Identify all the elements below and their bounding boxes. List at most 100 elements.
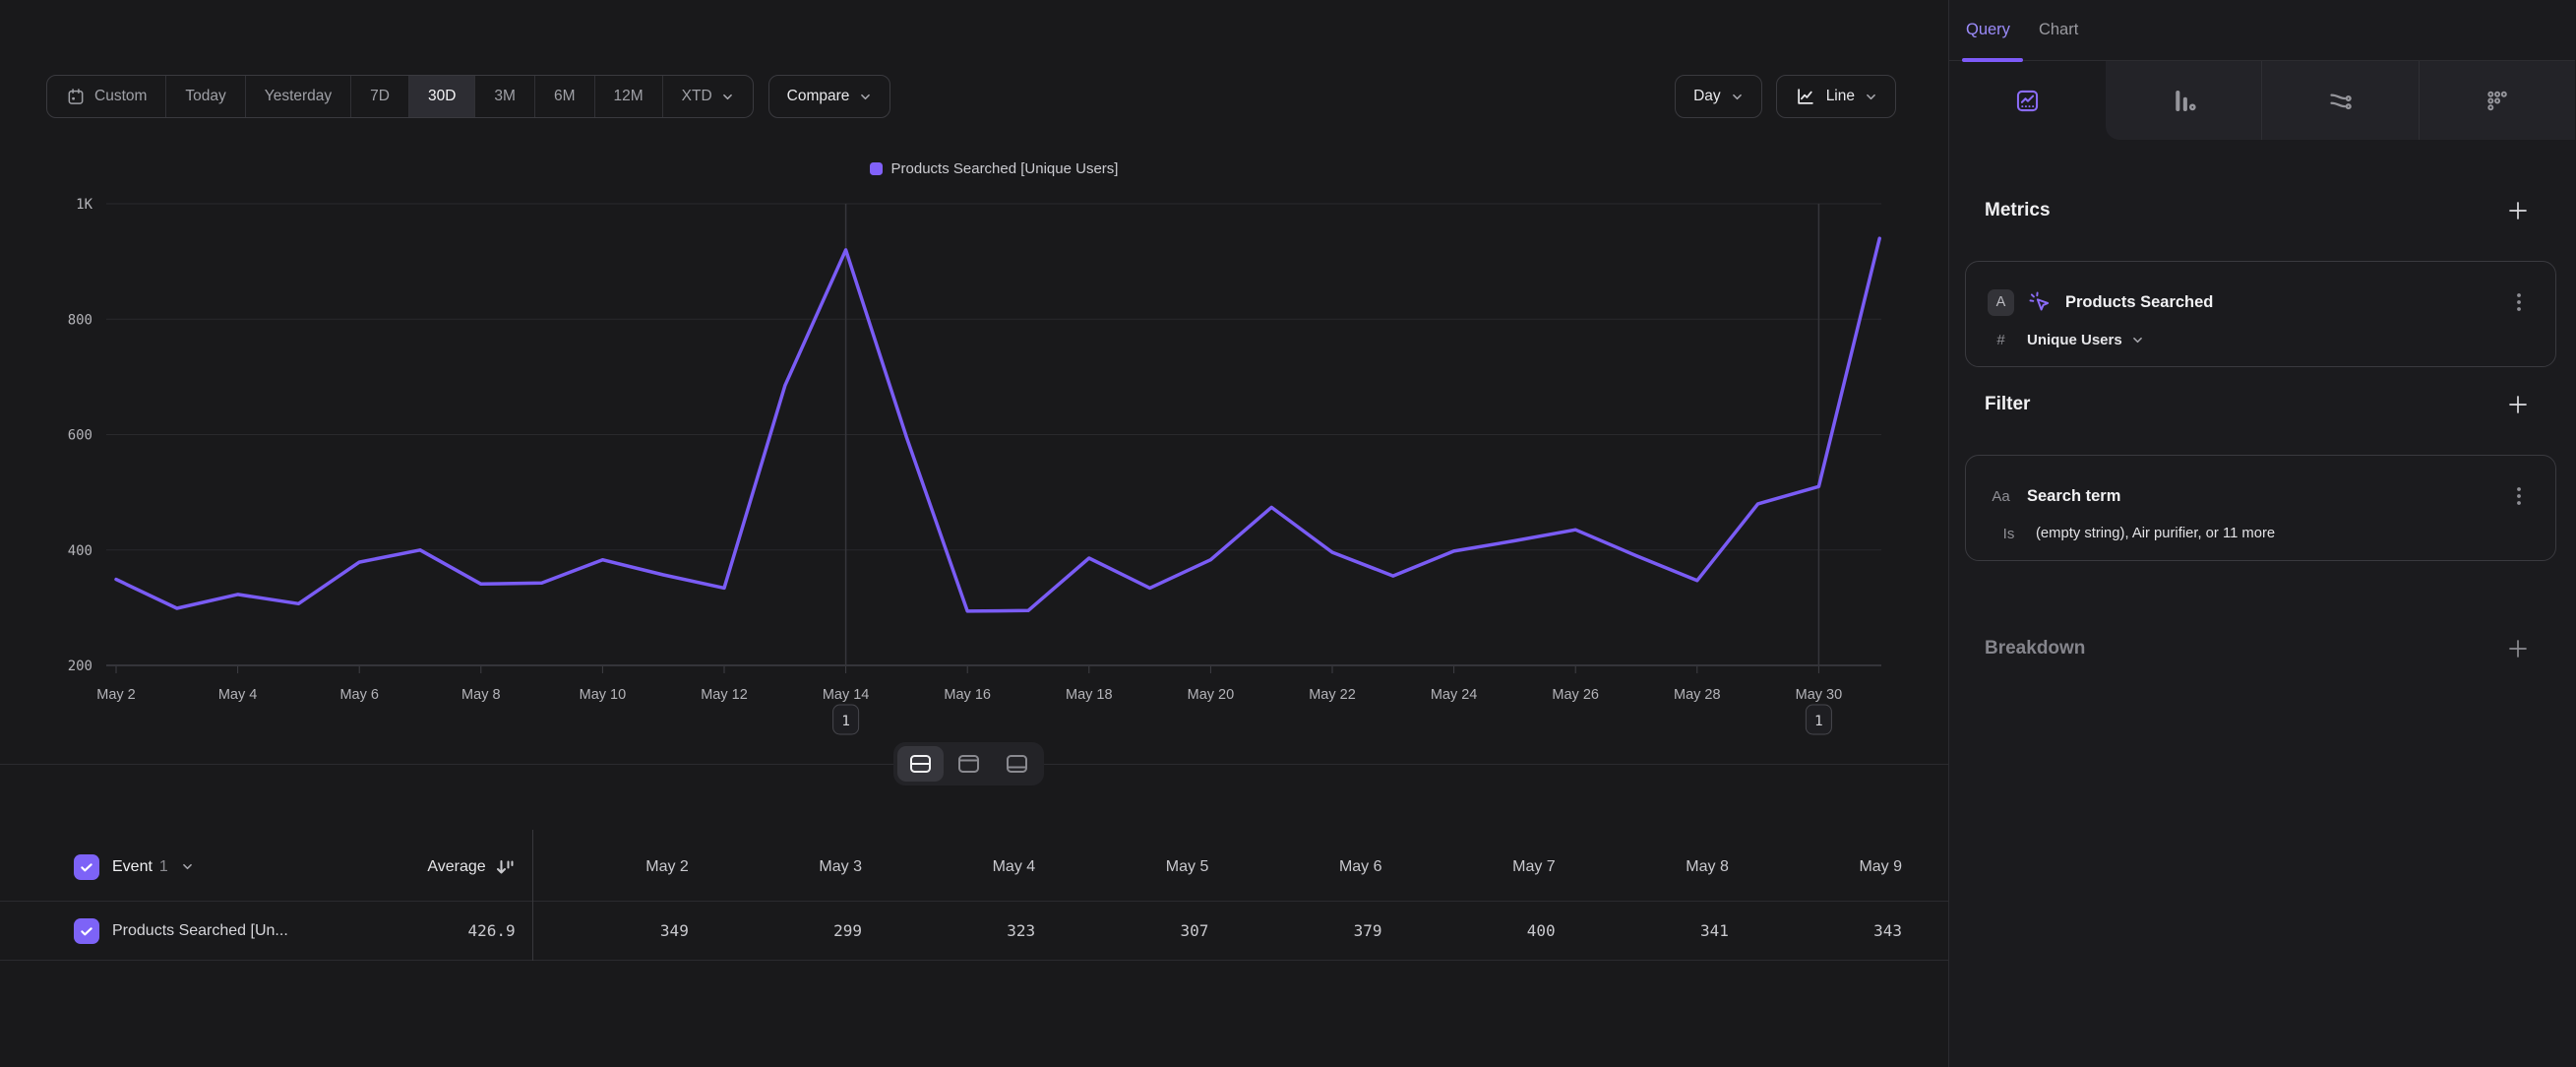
cell-value: 323 <box>862 921 1035 940</box>
svg-text:600: 600 <box>68 428 92 444</box>
metric-name[interactable]: Products Searched <box>2065 293 2213 312</box>
svg-text:1K: 1K <box>76 197 92 213</box>
breakdown-section-header: Breakdown <box>1949 635 2575 662</box>
tab-flows[interactable] <box>2261 61 2418 140</box>
date-column-header[interactable]: May 5 <box>1035 858 1208 876</box>
add-breakdown-button[interactable] <box>2506 637 2530 660</box>
svg-text:May 4: May 4 <box>218 687 258 703</box>
table-view-button[interactable] <box>994 746 1040 782</box>
series-name: Products Searched [Un... <box>112 922 288 940</box>
add-filter-button[interactable] <box>2506 393 2530 416</box>
date-column-header[interactable]: May 3 <box>689 858 862 876</box>
table-header-row: Event 1 Average May 2 May 3 May 4 May 5 … <box>0 833 1948 902</box>
cell-value: 307 <box>1035 921 1208 940</box>
metrics-section-header: Metrics <box>1949 197 2575 224</box>
aggregation-selector[interactable]: Unique Users <box>2027 332 2122 348</box>
table-row[interactable]: Products Searched [Un... 426.9 349 299 3… <box>0 902 1948 961</box>
breakdown-title: Breakdown <box>1985 638 2085 659</box>
svg-text:May 22: May 22 <box>1309 687 1356 703</box>
date-column-header[interactable]: May 6 <box>1208 858 1381 876</box>
svg-text:May 20: May 20 <box>1188 687 1235 703</box>
filter-property-name[interactable]: Search term <box>2027 487 2120 506</box>
event-pointer-icon <box>2027 289 2053 315</box>
metrics-title: Metrics <box>1985 200 2051 221</box>
kebab-icon <box>2508 290 2530 314</box>
svg-text:May 18: May 18 <box>1066 687 1113 703</box>
chevron-down-icon[interactable] <box>181 860 194 873</box>
svg-text:400: 400 <box>68 543 92 559</box>
insights-icon <box>2014 88 2041 114</box>
date-column-header[interactable]: May 8 <box>1556 858 1729 876</box>
metric-letter-badge: A <box>1988 289 2014 316</box>
average-column-header[interactable]: Average <box>427 858 485 876</box>
tab-query[interactable]: Query <box>1966 21 2010 39</box>
plus-icon <box>2507 638 2529 659</box>
filter-kebab-menu[interactable] <box>2508 484 2530 508</box>
inactive-tab-block <box>2106 61 2575 140</box>
metric-kebab-menu[interactable] <box>2508 290 2530 314</box>
row-checkbox[interactable] <box>74 918 99 944</box>
svg-text:May 8: May 8 <box>461 687 501 703</box>
line-chart[interactable]: 1K800600400200May 2May 4May 6May 8May 10… <box>0 0 1948 768</box>
tab-funnels[interactable] <box>2106 61 2261 140</box>
filter-section-header: Filter <box>1949 391 2575 418</box>
sort-descending-icon[interactable] <box>496 858 516 876</box>
add-metric-button[interactable] <box>2506 199 2530 222</box>
split-view-button[interactable] <box>897 746 944 782</box>
filter-card[interactable]: Aa Search term Is (empty string), Air pu… <box>1965 455 2556 561</box>
select-all-checkbox[interactable] <box>74 854 99 880</box>
table-column-divider <box>532 830 533 961</box>
svg-text:May 26: May 26 <box>1552 687 1599 703</box>
svg-text:May 10: May 10 <box>580 687 627 703</box>
svg-text:May 12: May 12 <box>701 687 748 703</box>
svg-text:May 28: May 28 <box>1674 687 1721 703</box>
svg-text:200: 200 <box>68 659 92 674</box>
metric-card[interactable]: A Products Searched # Unique Users <box>1965 261 2556 367</box>
cell-value: 349 <box>516 921 689 940</box>
plus-icon <box>2507 200 2529 221</box>
query-panel: Query Chart <box>1948 0 2575 1067</box>
svg-text:May 6: May 6 <box>339 687 379 703</box>
cell-value: 341 <box>1556 921 1729 940</box>
check-icon <box>79 923 94 939</box>
string-property-icon: Aa <box>1988 488 2014 505</box>
plus-icon <box>2507 394 2529 415</box>
cell-value: 400 <box>1382 921 1556 940</box>
svg-text:May 16: May 16 <box>944 687 991 703</box>
kebab-icon <box>2508 484 2530 508</box>
report-main-area: Custom Today Yesterday 7D 30D 3M 6M 12M … <box>0 0 1948 1067</box>
chart-view-button[interactable] <box>946 746 992 782</box>
cell-value: 299 <box>689 921 862 940</box>
average-value: 426.9 <box>467 921 515 940</box>
event-column-header[interactable]: Event <box>112 858 153 876</box>
table-view-icon <box>1006 754 1028 774</box>
chart-view-icon <box>957 754 980 774</box>
tab-chart[interactable]: Chart <box>2039 21 2078 39</box>
svg-text:1: 1 <box>841 714 850 729</box>
filter-operator[interactable]: Is <box>1995 526 2022 542</box>
date-column-header[interactable]: May 4 <box>862 858 1035 876</box>
retention-icon <box>2484 88 2510 114</box>
svg-text:May 14: May 14 <box>823 687 870 703</box>
date-column-header[interactable]: May 9 <box>1729 858 1902 876</box>
cell-value: 343 <box>1729 921 1902 940</box>
svg-text:1: 1 <box>1814 714 1823 729</box>
report-type-tabs <box>1949 61 2575 140</box>
cell-value: 379 <box>1208 921 1381 940</box>
chevron-down-icon[interactable] <box>2131 334 2144 346</box>
layout-toggle-group <box>893 742 1044 785</box>
tab-insights[interactable] <box>1949 61 2106 140</box>
panel-tab-bar: Query Chart <box>1949 0 2575 61</box>
aggregation-hash-icon: # <box>1988 332 2014 348</box>
flows-icon <box>2327 88 2354 114</box>
active-tab-underline <box>1962 58 2023 62</box>
svg-text:May 30: May 30 <box>1796 687 1843 703</box>
split-view-icon <box>909 754 932 774</box>
filter-value[interactable]: (empty string), Air purifier, or 11 more <box>2036 526 2275 541</box>
date-column-header[interactable]: May 2 <box>516 858 689 876</box>
svg-text:800: 800 <box>68 312 92 328</box>
event-count: 1 <box>159 858 168 876</box>
date-column-header[interactable]: May 7 <box>1382 858 1556 876</box>
svg-text:May 24: May 24 <box>1431 687 1478 703</box>
tab-retention[interactable] <box>2419 61 2575 140</box>
